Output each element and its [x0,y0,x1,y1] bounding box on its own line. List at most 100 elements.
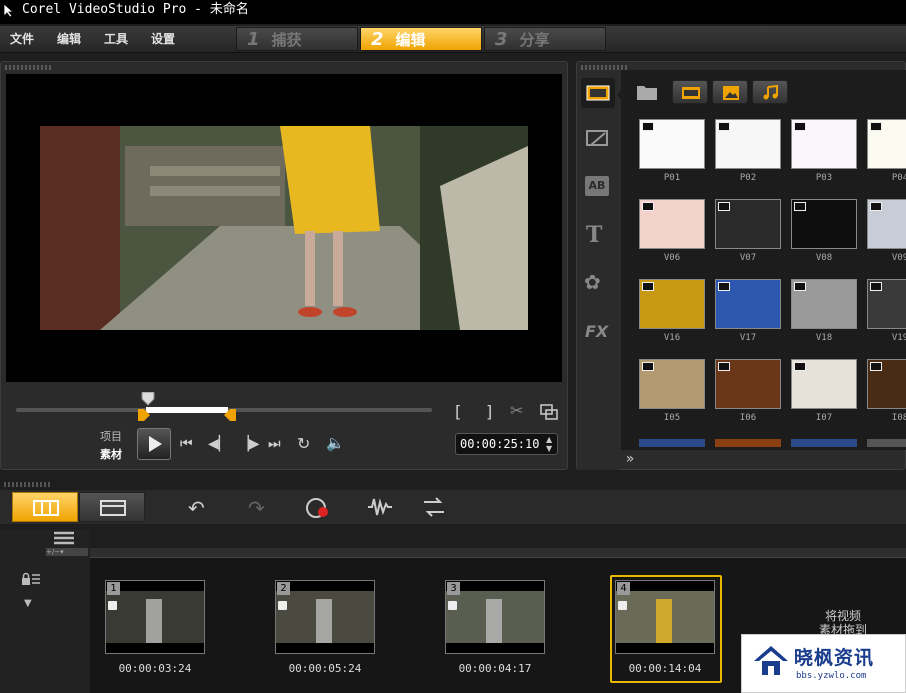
lock-track-icon[interactable] [20,572,42,586]
enlarge-preview-icon[interactable] [540,404,558,420]
menu-file[interactable]: 文件 [10,26,34,53]
folder-icon[interactable] [635,82,659,102]
volume-icon[interactable]: 🔈 [326,434,345,452]
split-clip-icon[interactable]: ✂ [510,401,523,420]
library-thumbnail[interactable] [715,199,781,249]
expand-track-icon[interactable]: ▼ [24,598,32,609]
thumbnail-label: V18 [815,333,833,343]
home-icon[interactable]: ⏮ [180,436,193,452]
mark-in-icon[interactable]: [ [455,402,461,421]
library-thumbnail[interactable] [791,279,857,329]
thumbnail-type-icon [718,122,730,131]
track-manager-icon[interactable] [52,530,76,546]
library-thumbnail[interactable] [791,199,857,249]
tab-share-label: 分享 [519,31,550,49]
clip-audio-icon [448,601,457,610]
expand-library-icon[interactable]: » [621,450,639,468]
storyboard-icon [33,500,59,516]
library-thumbnail[interactable] [639,119,705,169]
library-thumbnail[interactable] [639,279,705,329]
filter-fx-icon[interactable]: FX [585,322,608,341]
repeat-icon[interactable]: ↻ [297,434,310,453]
library-sidebar: AB T ✿ FX [577,70,623,470]
thumbnail-type-icon [870,122,882,131]
library-thumbnail[interactable] [791,119,857,169]
show-photos-button[interactable] [712,80,748,104]
library-thumbnail[interactable] [639,199,705,249]
thumbnail-type-icon [870,282,882,291]
menu-settings[interactable]: 设置 [151,26,175,53]
clip-thumbnail [446,591,544,643]
storyboard-clip[interactable]: 2 [275,580,375,654]
record-capture-icon[interactable] [305,497,333,519]
next-frame-icon[interactable]: ▕▶ [238,436,260,452]
clip-thumbnail [276,591,374,643]
mode-project-label[interactable]: 项目 [100,428,122,444]
storyboard-view-button[interactable] [12,492,78,522]
play-button[interactable] [137,428,171,460]
storyboard-clip[interactable]: 3 [445,580,545,654]
thumbnail-label: V09 [891,253,906,263]
audio-mixer-icon[interactable] [366,496,394,518]
menu-tools[interactable]: 工具 [104,26,128,53]
tab-share[interactable]: 3 分享 [484,27,606,51]
undo-icon[interactable]: ↶ [188,496,205,520]
library-thumbnail[interactable] [867,279,906,329]
thumbnail-label: P04 [891,173,906,183]
clip-number: 1 [107,582,120,595]
library-thumbnail[interactable] [867,199,906,249]
text-icon[interactable]: T [586,222,602,248]
thumbnail-label: V07 [739,253,757,263]
show-videos-button[interactable] [672,80,708,104]
menu-edit[interactable]: 编辑 [57,26,81,53]
redo-icon[interactable]: ↷ [248,496,265,520]
library-thumbnail[interactable] [867,359,906,409]
tab-edit[interactable]: 2 编辑 [360,27,482,51]
mark-out-icon[interactable]: ] [486,402,492,421]
thumbnail-label: P02 [739,173,757,183]
drop-hint: 将视频 素材拖到 [790,609,896,637]
window-title: Corel VideoStudio Pro - 未命名 [22,2,249,17]
video-frame-image [40,126,528,330]
graphic-icon[interactable]: ✿ [584,270,601,294]
auto-music-icon[interactable] [420,496,448,518]
title-bar: Corel VideoStudio Pro - 未命名 [0,0,906,24]
library-thumbnail-partial[interactable] [867,439,906,447]
timecode[interactable]: 00:00:25:10 [460,437,539,451]
tab-edit-number: 2 [371,29,384,50]
clip-number: 4 [617,582,630,595]
library-thumbnail[interactable] [715,279,781,329]
thumbnail-type-icon [718,362,730,371]
timecode-spinner-icon[interactable]: ▲ ▼ [546,435,552,453]
storyboard-clip[interactable]: 1 [105,580,205,654]
transition-icon[interactable] [585,128,611,150]
tab-capture[interactable]: 1 捕获 [236,27,358,51]
timeline-icon [100,500,126,516]
watermark-logo [754,646,788,675]
timeline-ruler[interactable] [90,548,906,558]
timecode-box[interactable]: 00:00:25:10 ▲ ▼ [455,433,558,455]
trim-start-handle[interactable] [138,409,150,421]
thumbnail-type-icon [870,362,882,371]
playhead-handle[interactable] [140,392,156,406]
end-icon[interactable]: ⏭ [268,436,281,452]
show-audio-button[interactable] [752,80,788,104]
zoom-control[interactable]: +/−▾ [46,548,88,556]
library-thumbnail[interactable] [867,119,906,169]
app-icon [3,3,15,17]
storyboard-clip[interactable]: 4 [615,580,715,654]
mode-clip-label[interactable]: 素材 [100,446,122,462]
library-thumbnail-partial[interactable] [715,439,781,447]
library-thumbnail-partial[interactable] [639,439,705,447]
library-thumbnail[interactable] [791,359,857,409]
media-category-button[interactable] [581,78,615,108]
title-effect-icon[interactable]: AB [585,176,609,196]
library-thumbnail-partial[interactable] [791,439,857,447]
timeline-view-button[interactable] [79,492,145,522]
clip-audio-icon [108,601,117,610]
previous-frame-icon[interactable]: ◀▏ [208,436,230,452]
library-thumbnail[interactable] [639,359,705,409]
library-thumbnail[interactable] [715,359,781,409]
trim-end-handle[interactable] [224,409,236,421]
library-thumbnail[interactable] [715,119,781,169]
